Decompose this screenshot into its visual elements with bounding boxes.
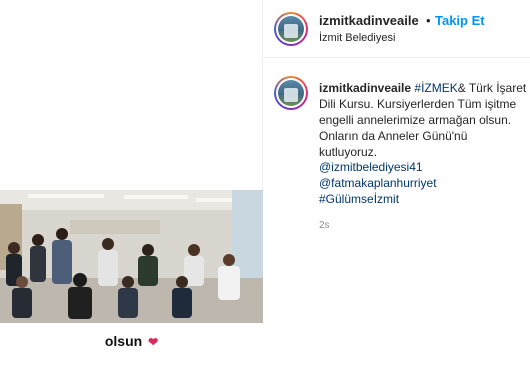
hashtag-link[interactable]: #Gülümseİzmit (319, 191, 437, 207)
follow-button[interactable]: Takip Et (435, 13, 485, 28)
caption-timestamp[interactable]: 2s (319, 220, 330, 231)
post-header: izmitkadinveaile • Takip Et İzmit Beledi… (263, 0, 530, 58)
video-overlay-caption: olsun ❤ (0, 333, 263, 349)
header-username[interactable]: izmitkadinveaile (319, 13, 419, 28)
mention-link[interactable]: @izmitbelediyesi41 (319, 159, 437, 175)
overlay-text: olsun (104, 333, 143, 349)
mention-link[interactable]: @fatmakaplanhurriyet (319, 175, 437, 191)
profile-picture (278, 16, 304, 42)
caption-links: @izmitbelediyesi41 @fatmakaplanhurriyet … (319, 159, 437, 207)
avatar[interactable] (274, 12, 308, 46)
location-link[interactable]: İzmit Belediyesi (319, 32, 395, 44)
heart-icon: ❤ (148, 335, 159, 349)
classroom-photo (0, 190, 263, 323)
caption-username[interactable]: izmitkadinveaile (319, 81, 411, 95)
separator-dot: • (426, 13, 431, 28)
post-media[interactable]: olsun ❤ (0, 0, 263, 370)
video-frame[interactable] (0, 190, 263, 323)
caption-profile-picture (278, 80, 304, 106)
post-sidebar: izmitkadinveaile • Takip Et İzmit Beledi… (263, 0, 530, 370)
caption-text: izmitkadinveaile #İZMEK& Türk İşaret Dil… (319, 80, 527, 160)
caption-hashtag[interactable]: #İZMEK (414, 81, 457, 95)
post-container: olsun ❤ izmitkadinveaile • Takip Et İzmi… (0, 0, 530, 370)
caption-avatar[interactable] (274, 76, 308, 110)
